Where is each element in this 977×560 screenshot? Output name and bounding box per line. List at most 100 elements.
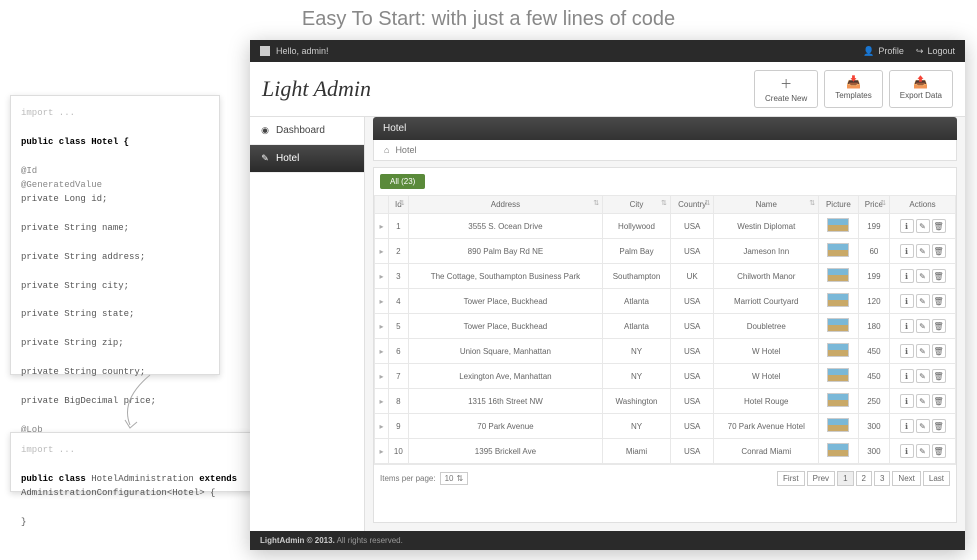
sidebar-item-hotel[interactable]: ✎Hotel bbox=[250, 145, 364, 173]
cell-picture bbox=[819, 289, 859, 314]
cell-country: USA bbox=[670, 239, 714, 264]
export-button[interactable]: 📤Export Data bbox=[889, 70, 953, 108]
profile-link[interactable]: 👤Profile bbox=[863, 46, 904, 57]
pager-prev[interactable]: Prev bbox=[807, 471, 835, 486]
pager-page-2[interactable]: 2 bbox=[856, 471, 872, 486]
cell-picture bbox=[819, 314, 859, 339]
info-button[interactable]: ℹ bbox=[900, 269, 914, 283]
pager-page-1[interactable]: 1 bbox=[837, 471, 853, 486]
cell-price: 300 bbox=[858, 439, 889, 464]
delete-button[interactable]: 🗑 bbox=[932, 269, 946, 283]
expand-toggle[interactable]: ▸ bbox=[375, 439, 389, 464]
delete-button[interactable]: 🗑 bbox=[932, 419, 946, 433]
info-button[interactable]: ℹ bbox=[900, 394, 914, 408]
cell-city: Atlanta bbox=[603, 289, 671, 314]
col-address[interactable]: Address⇅ bbox=[408, 196, 602, 214]
info-button[interactable]: ℹ bbox=[900, 344, 914, 358]
picture-thumbnail[interactable] bbox=[827, 318, 849, 332]
filter-tab-all[interactable]: All (23) bbox=[380, 174, 425, 189]
sort-icon: ⇅ bbox=[705, 199, 711, 207]
edit-button[interactable]: ✎ bbox=[916, 344, 930, 358]
brand-logo: Light Admin bbox=[262, 76, 371, 102]
picture-thumbnail[interactable] bbox=[827, 343, 849, 357]
expand-toggle[interactable]: ▸ bbox=[375, 289, 389, 314]
delete-button[interactable]: 🗑 bbox=[932, 294, 946, 308]
info-button[interactable]: ℹ bbox=[900, 444, 914, 458]
code-line: private Long id; bbox=[21, 192, 209, 206]
items-per-page-stepper[interactable]: 10⇅ bbox=[440, 472, 469, 485]
code-line: private String city; bbox=[21, 279, 209, 293]
cell-address: 1315 16th Street NW bbox=[408, 389, 602, 414]
expand-toggle[interactable]: ▸ bbox=[375, 389, 389, 414]
stepper-icon: ⇅ bbox=[457, 474, 464, 483]
delete-button[interactable]: 🗑 bbox=[932, 244, 946, 258]
logout-link[interactable]: ↪Logout bbox=[916, 46, 955, 57]
cell-actions: ℹ✎🗑 bbox=[890, 264, 956, 289]
cell-picture bbox=[819, 239, 859, 264]
col-id[interactable]: Id⇅ bbox=[389, 196, 409, 214]
table-row: ▸7Lexington Ave, ManhattanNYUSAW Hotel45… bbox=[375, 364, 956, 389]
col-picture: Picture bbox=[819, 196, 859, 214]
footer: LightAdmin © 2013. All rights reserved. bbox=[250, 531, 965, 550]
delete-button[interactable]: 🗑 bbox=[932, 219, 946, 233]
edit-button[interactable]: ✎ bbox=[916, 394, 930, 408]
cell-picture bbox=[819, 264, 859, 289]
info-button[interactable]: ℹ bbox=[900, 219, 914, 233]
delete-button[interactable]: 🗑 bbox=[932, 444, 946, 458]
delete-button[interactable]: 🗑 bbox=[932, 319, 946, 333]
edit-button[interactable]: ✎ bbox=[916, 219, 930, 233]
info-button[interactable]: ℹ bbox=[900, 244, 914, 258]
expand-toggle[interactable]: ▸ bbox=[375, 339, 389, 364]
cell-actions: ℹ✎🗑 bbox=[890, 314, 956, 339]
col-price[interactable]: Price⇅ bbox=[858, 196, 889, 214]
picture-thumbnail[interactable] bbox=[827, 218, 849, 232]
edit-button[interactable]: ✎ bbox=[916, 319, 930, 333]
delete-button[interactable]: 🗑 bbox=[932, 369, 946, 383]
edit-button[interactable]: ✎ bbox=[916, 269, 930, 283]
sort-icon: ⇅ bbox=[880, 199, 886, 207]
delete-button[interactable]: 🗑 bbox=[932, 394, 946, 408]
code-line: import ... bbox=[21, 106, 209, 120]
expand-toggle[interactable]: ▸ bbox=[375, 314, 389, 339]
edit-button[interactable]: ✎ bbox=[916, 244, 930, 258]
info-button[interactable]: ℹ bbox=[900, 294, 914, 308]
export-icon: 📤 bbox=[900, 75, 942, 89]
sort-icon: ⇅ bbox=[661, 199, 667, 207]
info-button[interactable]: ℹ bbox=[900, 319, 914, 333]
cell-id: 5 bbox=[389, 314, 409, 339]
templates-button[interactable]: 📥Templates bbox=[824, 70, 882, 108]
picture-thumbnail[interactable] bbox=[827, 443, 849, 457]
pager-next[interactable]: Next bbox=[892, 471, 920, 486]
cell-actions: ℹ✎🗑 bbox=[890, 364, 956, 389]
picture-thumbnail[interactable] bbox=[827, 418, 849, 432]
sidebar-item-dashboard[interactable]: ◉Dashboard bbox=[250, 117, 364, 145]
expand-toggle[interactable]: ▸ bbox=[375, 364, 389, 389]
breadcrumb-item[interactable]: Hotel bbox=[395, 145, 416, 155]
home-icon[interactable]: ⌂ bbox=[384, 145, 389, 155]
col-name[interactable]: Name⇅ bbox=[714, 196, 819, 214]
picture-thumbnail[interactable] bbox=[827, 243, 849, 257]
edit-button[interactable]: ✎ bbox=[916, 294, 930, 308]
create-new-button[interactable]: ＋Create New bbox=[754, 70, 818, 108]
code-line: @GeneratedValue bbox=[21, 178, 209, 192]
info-button[interactable]: ℹ bbox=[900, 369, 914, 383]
expand-toggle[interactable]: ▸ bbox=[375, 214, 389, 239]
picture-thumbnail[interactable] bbox=[827, 293, 849, 307]
expand-toggle[interactable]: ▸ bbox=[375, 264, 389, 289]
picture-thumbnail[interactable] bbox=[827, 393, 849, 407]
info-button[interactable]: ℹ bbox=[900, 419, 914, 433]
edit-button[interactable]: ✎ bbox=[916, 369, 930, 383]
delete-button[interactable]: 🗑 bbox=[932, 344, 946, 358]
pager-last[interactable]: Last bbox=[923, 471, 950, 486]
col-country[interactable]: Country⇅ bbox=[670, 196, 714, 214]
edit-button[interactable]: ✎ bbox=[916, 419, 930, 433]
expand-toggle[interactable]: ▸ bbox=[375, 414, 389, 439]
pager-page-3[interactable]: 3 bbox=[874, 471, 890, 486]
expand-toggle[interactable]: ▸ bbox=[375, 239, 389, 264]
picture-thumbnail[interactable] bbox=[827, 268, 849, 282]
col-city[interactable]: City⇅ bbox=[603, 196, 671, 214]
cell-id: 8 bbox=[389, 389, 409, 414]
pager-first[interactable]: First bbox=[777, 471, 805, 486]
picture-thumbnail[interactable] bbox=[827, 368, 849, 382]
edit-button[interactable]: ✎ bbox=[916, 444, 930, 458]
